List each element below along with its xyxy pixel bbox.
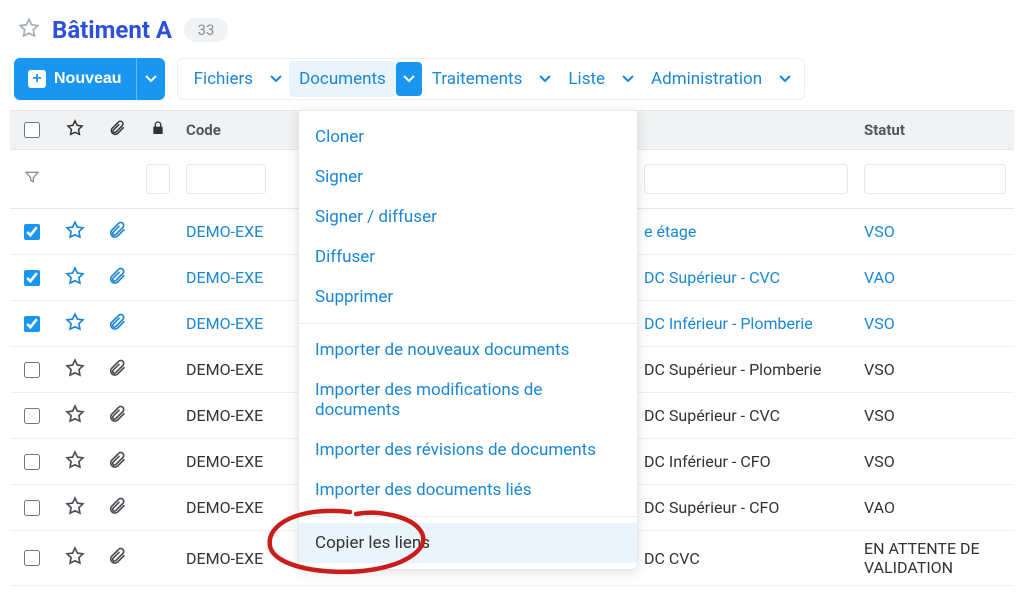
description-cell[interactable]: DC Supérieur - CVC: [644, 268, 780, 287]
statut-cell[interactable]: VSO: [864, 222, 895, 241]
code-cell[interactable]: DEMO-EXE: [186, 314, 263, 333]
star-icon[interactable]: [65, 220, 85, 244]
star-icon[interactable]: [65, 496, 85, 520]
statut-cell[interactable]: EN ATTENTE DE VALIDATION: [864, 539, 1006, 577]
menu-label: Traitements: [432, 69, 523, 89]
dropdown-copier-liens[interactable]: Copier les liens: [299, 523, 637, 563]
middle-column-header[interactable]: [636, 111, 856, 149]
row-checkbox[interactable]: [24, 316, 40, 332]
star-column-icon: [66, 119, 84, 141]
code-cell[interactable]: DEMO-EXE: [186, 268, 263, 287]
attachment-icon[interactable]: [107, 450, 127, 474]
dropdown-diffuser[interactable]: Diffuser: [299, 237, 637, 277]
dropdown-import-new[interactable]: Importer de nouveaux documents: [299, 330, 637, 370]
menu-liste-caret[interactable]: [615, 62, 641, 96]
description-cell[interactable]: DC Supérieur - CFO: [644, 498, 779, 517]
attachment-icon[interactable]: [107, 220, 127, 244]
code-cell[interactable]: DEMO-EXE: [186, 452, 263, 471]
attachment-icon[interactable]: [107, 546, 127, 570]
menu-fichiers-caret[interactable]: [263, 62, 289, 96]
attachment-column-icon: [108, 119, 126, 141]
page-title: Bâtiment A: [52, 16, 172, 44]
menu-label: Liste: [568, 69, 605, 89]
select-all-checkbox[interactable]: [24, 122, 40, 138]
menu-fichiers[interactable]: Fichiers: [184, 61, 263, 97]
code-filter-input[interactable]: [186, 164, 266, 194]
row-checkbox[interactable]: [24, 224, 40, 240]
new-button-group: + Nouveau: [14, 58, 165, 100]
new-button-label: Nouveau: [54, 70, 122, 88]
star-icon[interactable]: [65, 404, 85, 428]
menu-label: Administration: [651, 69, 762, 89]
dropdown-cloner[interactable]: Cloner: [299, 117, 637, 157]
description-cell[interactable]: DC Supérieur - CVC: [644, 406, 780, 425]
row-checkbox[interactable]: [24, 270, 40, 286]
star-icon[interactable]: [65, 266, 85, 290]
plus-icon: +: [28, 70, 46, 88]
menu-documents[interactable]: Documents: [289, 61, 396, 97]
code-cell[interactable]: DEMO-EXE: [186, 549, 263, 568]
row-checkbox[interactable]: [24, 454, 40, 470]
statut-cell[interactable]: VSO: [864, 452, 895, 471]
attachment-icon[interactable]: [107, 358, 127, 382]
row-checkbox[interactable]: [24, 408, 40, 424]
star-icon[interactable]: [65, 312, 85, 336]
statut-filter-input[interactable]: [864, 164, 1006, 194]
attachment-icon[interactable]: [107, 496, 127, 520]
dropdown-separator: [299, 323, 637, 324]
documents-dropdown: Cloner Signer Signer / diffuser Diffuser…: [298, 110, 638, 570]
dropdown-import-mod[interactable]: Importer des modifications de documents: [299, 370, 637, 430]
row-checkbox[interactable]: [24, 362, 40, 378]
statut-cell[interactable]: VAO: [864, 498, 895, 517]
mid-filter-input[interactable]: [644, 164, 848, 194]
menu-administration-caret[interactable]: [772, 62, 798, 96]
row-checkbox[interactable]: [24, 550, 40, 566]
favorite-star-icon[interactable]: [18, 17, 40, 43]
dropdown-import-linked[interactable]: Importer des documents liés: [299, 470, 637, 510]
description-cell[interactable]: DC Inférieur - CFO: [644, 452, 771, 471]
description-cell[interactable]: e étage: [644, 222, 696, 241]
menu-documents-caret[interactable]: [396, 62, 422, 96]
new-button[interactable]: + Nouveau: [14, 58, 136, 100]
description-cell[interactable]: DC Supérieur - Plomberie: [644, 360, 821, 379]
menu-traitements-caret[interactable]: [532, 62, 558, 96]
dropdown-separator: [299, 516, 637, 517]
statut-column-header[interactable]: Statut: [856, 111, 1014, 149]
menu-administration[interactable]: Administration: [641, 61, 772, 97]
description-cell[interactable]: DC CVC: [644, 549, 700, 568]
menu-strip: Fichiers Documents Traitements Liste: [177, 58, 806, 100]
dropdown-supprimer[interactable]: Supprimer: [299, 277, 637, 317]
count-badge: 33: [184, 18, 228, 42]
star-icon[interactable]: [65, 358, 85, 382]
filter-icon[interactable]: [24, 169, 40, 189]
code-cell[interactable]: DEMO-EXE: [186, 406, 263, 425]
dropdown-signer-diffuser[interactable]: Signer / diffuser: [299, 197, 637, 237]
menu-liste[interactable]: Liste: [558, 61, 615, 97]
row-checkbox[interactable]: [24, 500, 40, 516]
statut-cell[interactable]: VAO: [864, 268, 895, 287]
statut-cell[interactable]: VSO: [864, 406, 895, 425]
menu-label: Fichiers: [194, 69, 253, 89]
lock-filter[interactable]: [146, 164, 170, 194]
dropdown-signer[interactable]: Signer: [299, 157, 637, 197]
menu-label: Documents: [299, 69, 386, 89]
dropdown-import-rev[interactable]: Importer des révisions de documents: [299, 430, 637, 470]
attachment-icon[interactable]: [107, 312, 127, 336]
code-cell[interactable]: DEMO-EXE: [186, 360, 263, 379]
statut-cell[interactable]: VSO: [864, 314, 895, 333]
attachment-icon[interactable]: [107, 266, 127, 290]
star-icon[interactable]: [65, 450, 85, 474]
new-button-caret[interactable]: [136, 58, 165, 100]
code-cell[interactable]: DEMO-EXE: [186, 222, 263, 241]
attachment-icon[interactable]: [107, 404, 127, 428]
lock-column-icon: [150, 120, 166, 140]
code-cell[interactable]: DEMO-EXE: [186, 498, 263, 517]
description-cell[interactable]: DC Inférieur - Plomberie: [644, 314, 813, 333]
star-icon[interactable]: [65, 546, 85, 570]
statut-cell[interactable]: VSO: [864, 360, 895, 379]
menu-traitements[interactable]: Traitements: [422, 61, 533, 97]
